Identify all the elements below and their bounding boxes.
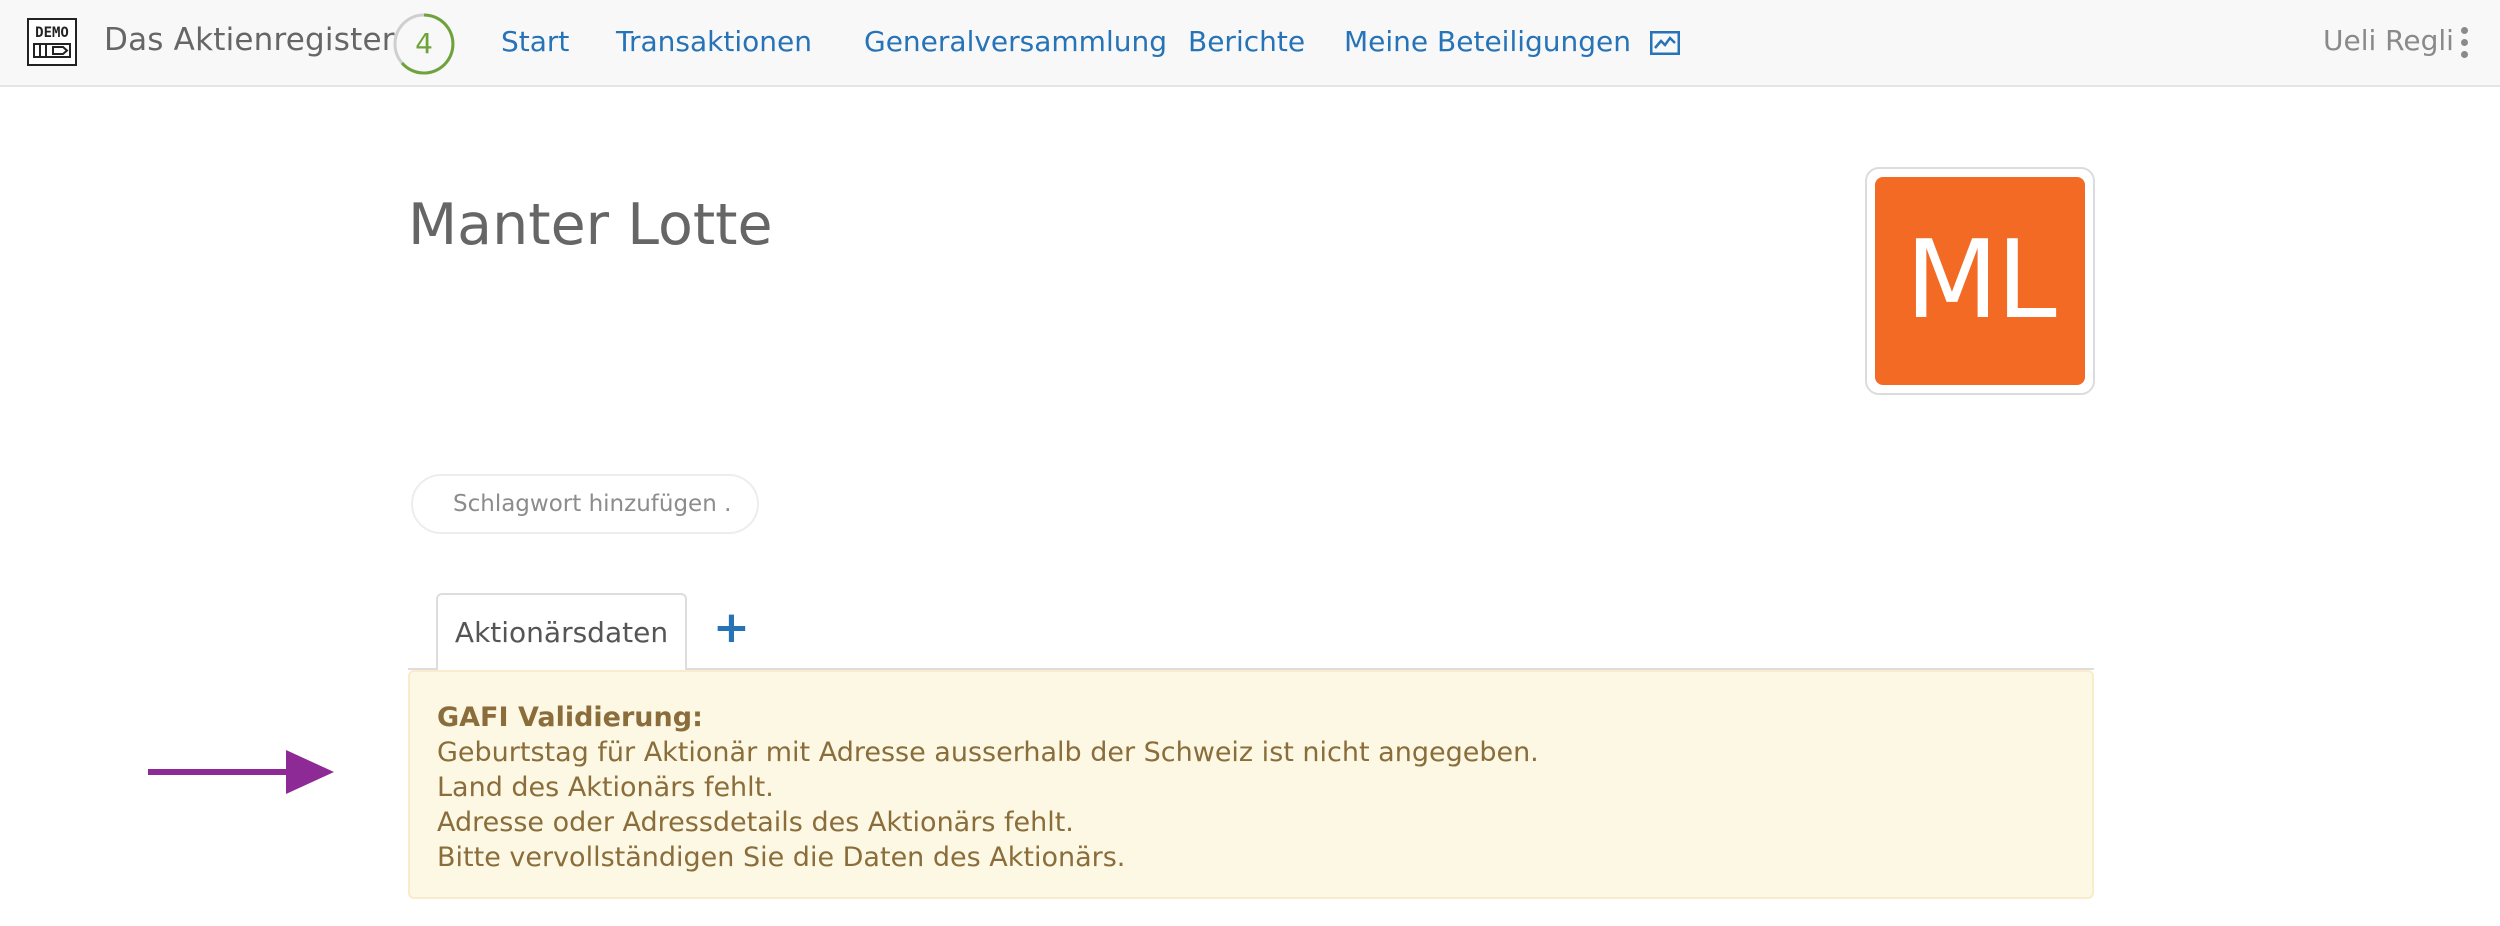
plus-icon[interactable]: + — [713, 606, 750, 650]
arrow-right-icon — [148, 750, 334, 794]
demo-logo-icon[interactable]: DEMO — [27, 18, 77, 66]
tag-input[interactable]: Schlagwort hinzufügen . — [411, 474, 759, 534]
alert-title: GAFI Validierung: — [437, 702, 703, 733]
line-chart-icon[interactable] — [1650, 31, 1680, 55]
top-navbar: DEMO Das Aktienregister 4 Start Transakt… — [0, 0, 2500, 87]
nav-link-generalversammlung[interactable]: Generalversammlung — [864, 25, 1167, 58]
alert-line: Adresse oder Adressdetails des Aktionärs… — [437, 807, 1074, 838]
logo-text: DEMO — [35, 25, 69, 41]
kebab-menu-icon[interactable] — [2459, 27, 2469, 59]
validation-alert: GAFI Validierung: Geburtstag für Aktionä… — [408, 670, 2094, 899]
alert-line: Land des Aktionärs fehlt. — [437, 772, 774, 803]
nav-link-start[interactable]: Start — [501, 25, 569, 58]
nav-link-berichte[interactable]: Berichte — [1188, 25, 1305, 58]
brand-title[interactable]: Das Aktienregister — [104, 22, 395, 58]
alert-line: Bitte vervollständigen Sie die Daten des… — [437, 842, 1126, 873]
nav-link-meine-beteiligungen[interactable]: Meine Beteiligungen — [1344, 25, 1631, 58]
notification-count[interactable]: 4 — [392, 12, 456, 76]
avatar[interactable]: ML — [1875, 177, 2085, 385]
page-title: Manter Lotte — [408, 192, 773, 258]
user-menu-name[interactable]: Ueli Regli — [2323, 24, 2454, 57]
nav-link-transaktionen[interactable]: Transaktionen — [616, 25, 812, 58]
tab-aktionaersdaten[interactable]: Aktionärsdaten — [436, 593, 687, 671]
alert-line: Geburtstag für Aktionär mit Adresse auss… — [437, 737, 1539, 768]
